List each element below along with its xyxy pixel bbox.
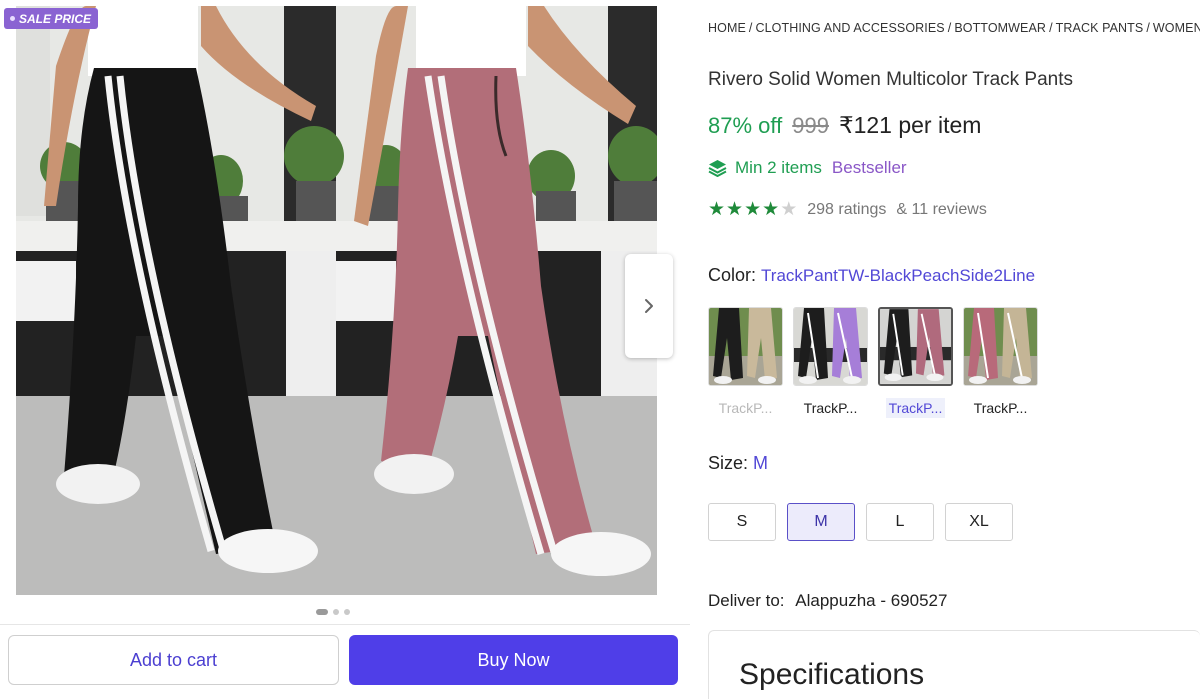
color-label-text: Color: bbox=[708, 265, 757, 285]
delivery-location[interactable]: Deliver to: Alappuzha - 690527 bbox=[708, 591, 947, 611]
reviews-count: & 11 reviews bbox=[896, 200, 987, 218]
sale-badge-label: SALE PRICE bbox=[19, 11, 92, 26]
original-price: 999 bbox=[792, 113, 829, 138]
min-order-row: Min 2 items Bestseller bbox=[708, 158, 907, 178]
specifications-card: Specifications bbox=[708, 630, 1200, 699]
breadcrumb-item[interactable]: HOME bbox=[708, 21, 746, 35]
delivery-pincode: Alappuzha - 690527 bbox=[795, 591, 948, 610]
color-swatch[interactable]: TrackP... bbox=[708, 307, 783, 418]
swatch-label: TrackP... bbox=[803, 400, 858, 416]
product-title: Rivero Solid Women Multicolor Track Pant… bbox=[708, 69, 1073, 90]
chevron-right-icon bbox=[645, 299, 653, 313]
add-to-cart-button[interactable]: Add to cart bbox=[8, 635, 339, 685]
color-swatch[interactable]: TrackP... bbox=[793, 307, 868, 418]
swatch-label: TrackP... bbox=[885, 398, 946, 418]
swatch-thumbnail bbox=[963, 307, 1038, 386]
swatch-thumbnail bbox=[878, 307, 953, 386]
buy-now-button[interactable]: Buy Now bbox=[349, 635, 678, 685]
sparkle-icon bbox=[10, 16, 15, 21]
product-image-gallery[interactable] bbox=[16, 6, 657, 595]
color-swatch-selected[interactable]: TrackP... bbox=[878, 307, 953, 418]
swatch-thumbnail bbox=[793, 307, 868, 386]
swatch-thumbnail bbox=[708, 307, 783, 386]
star-filled-icon: ★ bbox=[726, 199, 744, 220]
sale-price-badge: SALE PRICE bbox=[4, 8, 99, 29]
discount-percent: 87% off bbox=[708, 113, 783, 138]
size-label: Size: M bbox=[708, 453, 768, 474]
price-row: 87% off 999 ₹121 per item bbox=[708, 112, 981, 139]
color-label: Color: TrackPantTW-BlackPeachSide2Line bbox=[708, 265, 1035, 286]
pagination-dot[interactable] bbox=[344, 609, 350, 615]
breadcrumb-item[interactable]: BOTTOMWEAR bbox=[954, 21, 1046, 35]
layers-icon bbox=[708, 160, 727, 177]
selling-price: ₹121 per item bbox=[838, 112, 982, 138]
pagination-dot[interactable] bbox=[316, 609, 328, 615]
selected-size: M bbox=[753, 453, 769, 473]
star-filled-icon: ★ bbox=[762, 199, 780, 220]
size-option-s[interactable]: S bbox=[708, 503, 776, 541]
size-label-text: Size: bbox=[708, 453, 749, 473]
color-swatch[interactable]: TrackP... bbox=[963, 307, 1038, 418]
swatch-label: TrackP... bbox=[718, 400, 773, 416]
specifications-title: Specifications bbox=[739, 658, 925, 691]
swatch-label: TrackP... bbox=[973, 400, 1028, 416]
breadcrumb-item[interactable]: CLOTHING AND ACCESSORIES bbox=[755, 21, 944, 35]
product-photo bbox=[16, 6, 657, 595]
breadcrumb-item[interactable]: TRACK PANTS bbox=[1056, 21, 1144, 35]
deliver-to-label: Deliver to: bbox=[708, 591, 785, 610]
star-filled-icon: ★ bbox=[744, 199, 762, 220]
breadcrumb-item[interactable]: WOMEN'S bbox=[1153, 21, 1200, 35]
size-options: S M L XL bbox=[708, 503, 1013, 541]
size-option-l[interactable]: L bbox=[866, 503, 934, 541]
size-option-m[interactable]: M bbox=[787, 503, 855, 541]
star-empty-icon: ★ bbox=[780, 199, 798, 220]
bestseller-tag: Bestseller bbox=[831, 158, 907, 177]
next-image-button[interactable] bbox=[625, 254, 673, 358]
product-details-panel: HOME / CLOTHING AND ACCESSORIES / BOTTOMWEAR… bbox=[708, 0, 1200, 699]
rating-row[interactable]: ★ ★ ★ ★ ★ 298 ratings & 11 reviews bbox=[708, 200, 987, 219]
action-bar-divider bbox=[0, 624, 690, 625]
pagination-dot[interactable] bbox=[333, 609, 339, 615]
size-option-xl[interactable]: XL bbox=[945, 503, 1013, 541]
star-rating: ★ ★ ★ ★ ★ bbox=[708, 200, 797, 219]
selected-color-name: TrackPantTW-BlackPeachSide2Line bbox=[761, 266, 1036, 285]
min-items-label: Min 2 items bbox=[735, 158, 822, 177]
star-filled-icon: ★ bbox=[708, 199, 726, 220]
ratings-count: 298 ratings bbox=[807, 200, 887, 218]
breadcrumb: HOME / CLOTHING AND ACCESSORIES / BOTTOMWEAR… bbox=[708, 21, 1200, 35]
gallery-pagination-dots bbox=[316, 609, 350, 615]
color-swatches: TrackP... TrackP... TrackP... TrackP... bbox=[708, 307, 1038, 418]
